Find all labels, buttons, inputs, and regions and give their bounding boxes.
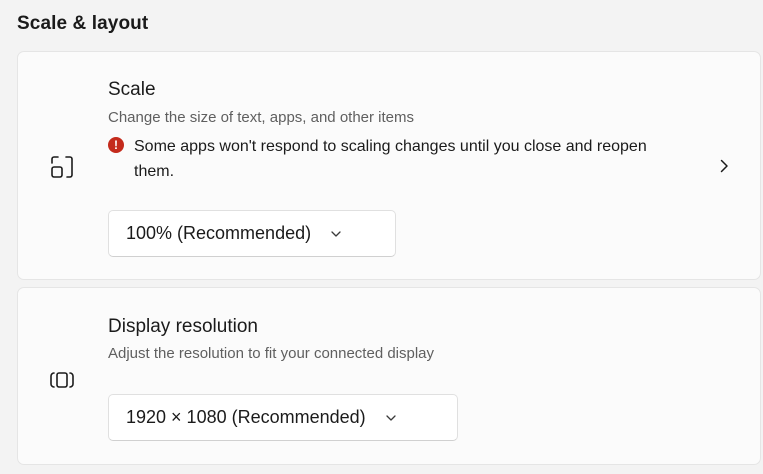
warning-icon: ! bbox=[108, 137, 124, 153]
scale-description: Change the size of text, apps, and other… bbox=[108, 109, 415, 126]
display-resolution-icon bbox=[50, 372, 74, 388]
display-resolution-card: Display resolution Adjust the resolution… bbox=[17, 287, 761, 465]
chevron-down-icon bbox=[386, 414, 396, 421]
scale-card[interactable]: Scale Change the size of text, apps, and… bbox=[17, 51, 761, 280]
warning-text: Some apps won't respond to scaling chang… bbox=[134, 138, 647, 180]
resolution-title: Display resolution bbox=[108, 316, 258, 337]
scale-icon bbox=[51, 156, 73, 178]
scale-warning: ! Some apps won't respond to scaling cha… bbox=[108, 134, 668, 184]
settings-page: Scale & layout Scale Change the size of … bbox=[0, 0, 763, 474]
resolution-dropdown[interactable]: 1920 × 1080 (Recommended) bbox=[108, 394, 458, 441]
scale-dropdown-value: 100% (Recommended) bbox=[126, 223, 312, 243]
resolution-dropdown-value: 1920 × 1080 (Recommended) bbox=[126, 407, 366, 427]
chevron-down-icon bbox=[331, 230, 341, 237]
section-title: Scale & layout bbox=[17, 13, 149, 34]
resolution-description: Adjust the resolution to fit your connec… bbox=[108, 345, 435, 362]
scale-title: Scale bbox=[108, 79, 156, 100]
chevron-right-icon[interactable] bbox=[716, 158, 732, 174]
scale-dropdown[interactable]: 100% (Recommended) bbox=[108, 210, 396, 257]
